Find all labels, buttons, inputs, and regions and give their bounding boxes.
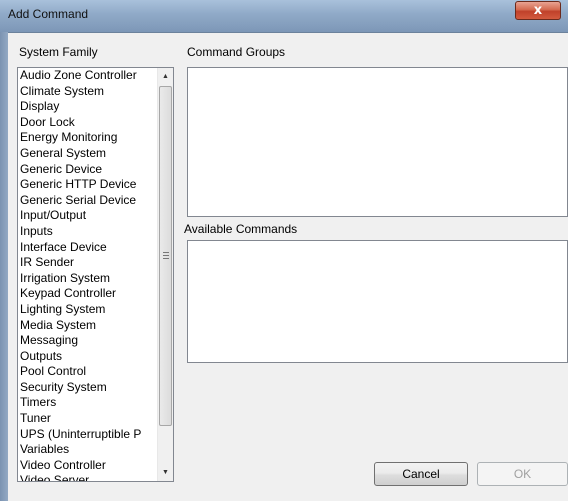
grip-icon (163, 252, 169, 259)
list-item[interactable]: IR Sender (18, 255, 157, 271)
arrow-up-icon: ▲ (162, 73, 169, 80)
arrow-down-icon: ▼ (162, 469, 169, 476)
list-item[interactable]: Outputs (18, 349, 157, 365)
list-item[interactable]: Keypad Controller (18, 286, 157, 302)
scroll-thumb[interactable] (159, 86, 172, 426)
window-frame-left (0, 32, 8, 501)
list-item[interactable]: Generic HTTP Device (18, 177, 157, 193)
list-item[interactable]: Video Server (18, 473, 157, 481)
list-item[interactable]: Tuner (18, 411, 157, 427)
close-icon: x (533, 3, 543, 18)
list-item[interactable]: Security System (18, 380, 157, 396)
command-groups-label: Command Groups (187, 45, 286, 59)
list-item[interactable]: Audio Zone Controller (18, 68, 157, 84)
list-item[interactable]: Climate System (18, 84, 157, 100)
list-item[interactable]: Interface Device (18, 240, 157, 256)
available-commands-list[interactable] (187, 240, 568, 363)
list-item[interactable]: Inputs (18, 224, 157, 240)
list-item[interactable]: Messaging (18, 333, 157, 349)
list-item[interactable]: Pool Control (18, 364, 157, 380)
list-item[interactable]: Media System (18, 318, 157, 334)
list-item[interactable]: Lighting System (18, 302, 157, 318)
list-item[interactable]: UPS (Uninterruptible P (18, 427, 157, 443)
list-item[interactable]: Energy Monitoring (18, 130, 157, 146)
scroll-up-button[interactable]: ▲ (158, 68, 173, 85)
system-family-label: System Family (19, 45, 98, 59)
available-commands-label: Available Commands (184, 222, 298, 236)
list-item[interactable]: General System (18, 146, 157, 162)
list-item[interactable]: Generic Device (18, 162, 157, 178)
system-family-list[interactable]: Audio Zone Controller Climate System Displ… (17, 67, 174, 482)
scroll-down-button[interactable]: ▼ (158, 464, 173, 481)
list-item[interactable]: Generic Serial Device (18, 193, 157, 209)
title-bar[interactable]: Add Command x (0, 0, 568, 33)
add-command-dialog: Add Command x System Family Command Grou… (0, 0, 568, 501)
list-item[interactable]: Irrigation System (18, 271, 157, 287)
list-item[interactable]: Display (18, 99, 157, 115)
system-family-items: Audio Zone Controller Climate System Displ… (18, 68, 157, 481)
command-groups-list[interactable] (187, 67, 568, 217)
close-button[interactable]: x (515, 1, 561, 20)
list-item[interactable]: Timers (18, 395, 157, 411)
list-item[interactable]: Door Lock (18, 115, 157, 131)
cancel-button[interactable]: Cancel (374, 462, 468, 486)
window-title: Add Command (8, 7, 89, 21)
list-item[interactable]: Input/Output (18, 208, 157, 224)
system-family-scrollbar[interactable]: ▲ ▼ (157, 68, 173, 481)
ok-button[interactable]: OK (477, 462, 568, 486)
list-item[interactable]: Variables (18, 442, 157, 458)
list-item[interactable]: Video Controller (18, 458, 157, 474)
